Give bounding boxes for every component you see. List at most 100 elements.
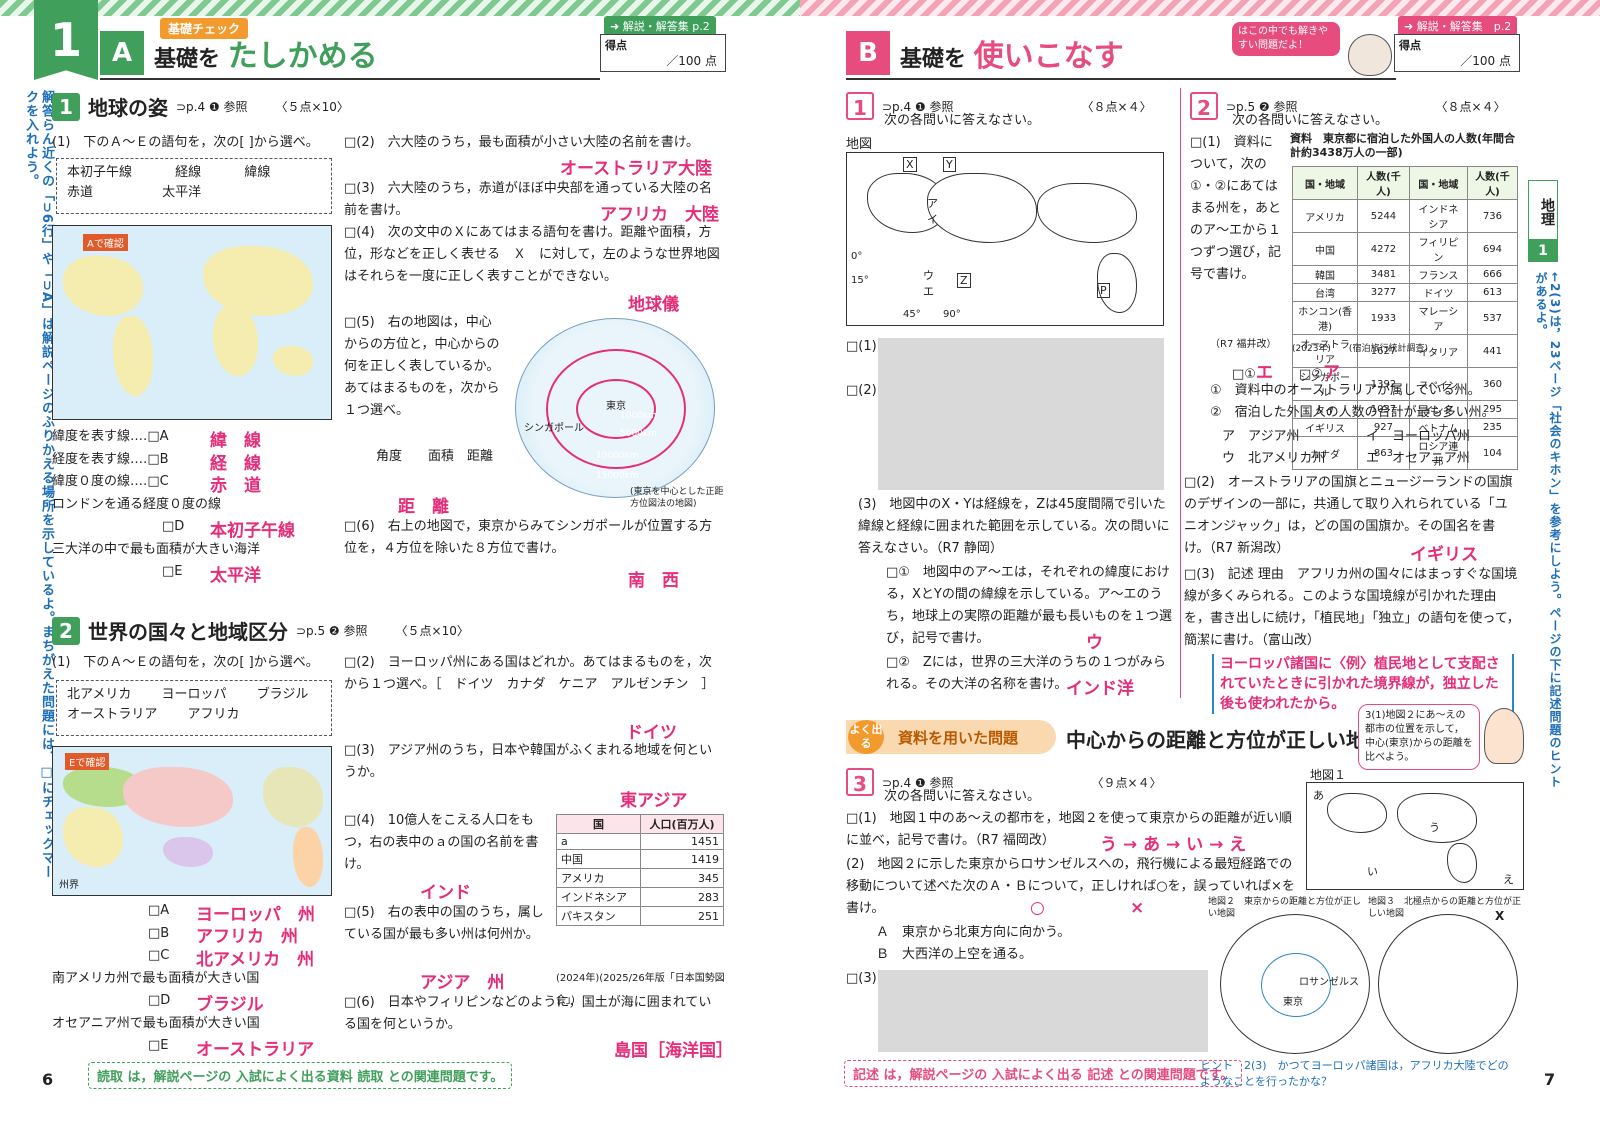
table-cell: a	[555, 833, 642, 850]
r-q3-points: 〈９点×４〉	[1091, 775, 1162, 790]
map1: あ い う え	[1306, 782, 1524, 890]
line-label: 三大洋の中で最も面積が大きい海洋	[52, 541, 261, 557]
r-q1-answer-3a: ウ	[1086, 633, 1103, 653]
map-label: X	[903, 157, 917, 172]
line-label: 緯度０度の線‥‥□C	[52, 474, 169, 489]
globe-label: 1000km	[620, 411, 657, 421]
q2-title-text: 世界の国々と地域区分	[88, 620, 288, 644]
land-shape	[113, 316, 153, 396]
r-q1-s3a: □① 地図中のア～エは，それぞれの緯度における，XとYの間の緯線を示している。ア…	[886, 565, 1173, 646]
r-q1-s2: □(2)	[846, 383, 877, 398]
table-row: 中国 1419	[555, 849, 724, 869]
map-label: エ	[923, 285, 934, 298]
top-stripe-right	[800, 0, 1600, 16]
table-header: 人数(千人)	[1466, 166, 1519, 200]
map-note: Aで確認	[83, 234, 128, 251]
choice: 緯線	[244, 165, 271, 180]
section-title-pre: 基礎を	[154, 47, 221, 72]
land-shape	[63, 807, 123, 867]
choice: 経線	[175, 165, 202, 180]
table-cell: アメリカ	[555, 868, 642, 888]
right-footer: 記述 は，解説ページの 入試によく出る 記述 との関連問題です。	[844, 1060, 1243, 1087]
q2-s3: □(3) アジア州のうち，日本や韓国がふくまれる地域を何というか。	[344, 743, 713, 780]
q2-s5: □(5) 右の表中の国のうち，属している国が最も多い州は何州か。	[344, 905, 544, 942]
section-title: 基礎を 使いこなす	[900, 31, 1124, 75]
q2-s4: □(4) 10億人をこえる人口をもつ，右の表中のａの国の名前を書け。	[344, 813, 539, 872]
table-cell: 4272	[1357, 232, 1410, 266]
section-letter: B	[846, 31, 890, 75]
map-label: え	[1503, 873, 1514, 886]
q1-points: 〈５点×10〉	[275, 100, 349, 114]
r-q1-map: X Y ア イ ウ エ Z P 45° 90° 0° 15°	[846, 152, 1164, 326]
table-row: 台湾 3277 ドイツ 613	[1291, 283, 1519, 302]
line-label: □D	[162, 519, 185, 534]
map-label: Y	[943, 157, 956, 172]
line-label: 南アメリカ州で最も面積が大きい国	[52, 970, 260, 986]
q1-world-map: Aで確認	[52, 225, 332, 420]
table-row: アメリカ 345	[555, 868, 724, 888]
globe-label: 5000km	[620, 429, 657, 439]
map-label: い	[1367, 865, 1378, 878]
table-cell: インドネシア	[1408, 199, 1468, 233]
mascot-cat	[1348, 34, 1392, 76]
q2-choice-box: 北アメリカ ヨーロッパ ブラジル オーストラリア アフリカ	[56, 680, 332, 736]
table-cell: フィリピン	[1408, 232, 1468, 266]
choice: ブラジル	[256, 687, 309, 702]
map-label: 45°	[903, 309, 921, 320]
map-label: 15°	[851, 275, 869, 286]
map-label: P	[1097, 283, 1110, 298]
q1-s5-choices: 角度 面積 距離	[376, 449, 494, 464]
section-title-pre: 基礎を	[900, 47, 967, 72]
answer-ref: ➜ 解説・解答集 p.2	[1398, 16, 1518, 36]
choice: 太平洋	[162, 185, 202, 200]
land-shape	[1327, 793, 1387, 833]
q1-answer-a: 緯 線	[210, 431, 261, 451]
q2-world-map: Eで確認 州界	[52, 746, 332, 896]
section-title-big: たしかめる	[227, 39, 378, 74]
table-row: パキスタン 251	[555, 906, 724, 926]
globe-label: 10000km	[596, 451, 639, 461]
map3-globe: X	[1378, 909, 1518, 1054]
q2-ref: ⊃p.5 ❷ 参照	[296, 624, 368, 638]
q1-s4: □(4) 次の文中のＸにあてはまる語句を書け。距離や面積，方位，形などを正しく表…	[344, 225, 720, 284]
top-stripe-left	[0, 0, 800, 16]
azimuthal-globe: 東京 シンガポール 1000km 5000km 10000km 15000km	[515, 318, 715, 498]
r-q3-number: 3	[846, 768, 874, 796]
table-cell: アメリカ	[1291, 199, 1359, 233]
section-title-big: 使いこなす	[973, 39, 1124, 74]
page-number-left: 6	[42, 1070, 54, 1089]
left-side-note: 解答らん近くの「⊃6行」や「⊃A」は解説ページのふりかえる場所を示しているよ。ま…	[23, 90, 54, 879]
r-q3-s2a: Ａ 東京から北東方向に向かう。	[876, 925, 1071, 940]
land-shape	[263, 767, 323, 827]
r-q1-answer-3b: インド洋	[1066, 679, 1134, 699]
q1-s2: □(2) 六大陸のうち，最も面積が小さい大陸の名前を書け。	[344, 135, 700, 150]
table-cell: 台湾	[1291, 283, 1359, 302]
answer-ref: ➜ 解説・解答集 p.2	[604, 16, 716, 36]
r-q2-opt-c: ウ 北アメリカ州	[1222, 451, 1326, 466]
q2-answer-5: アジア 州	[420, 973, 505, 993]
table-cell: ドイツ	[1408, 283, 1468, 302]
unit-number-tab: 1	[34, 0, 98, 80]
table-cell: 283	[640, 887, 724, 907]
line-label: 経度を表す線‥‥□B	[52, 451, 169, 467]
q2-answer-6: 島国［海洋国］	[614, 1041, 733, 1061]
table-cell: 1419	[640, 849, 724, 869]
line-label: オセアニア州で最も面積が大きい国	[52, 1015, 260, 1031]
q2-number: 2	[52, 616, 80, 645]
r-q1-intro: 次の各問いに答えなさい。	[884, 113, 1041, 128]
r-q1-s1: □(1)	[846, 339, 877, 354]
land-shape	[123, 767, 233, 827]
q2-title: 2 世界の国々と地域区分 ⊃p.5 ❷ 参照 〈５点×10〉	[52, 616, 469, 645]
table-header: 国・地域	[1291, 166, 1359, 200]
table-cell: 736	[1466, 199, 1519, 233]
left-footer: 読取 は，解説ページの 入試によく出る資料 読取 との関連問題です。	[88, 1062, 513, 1089]
section-a-header: A 基礎を たしかめる	[100, 28, 600, 80]
side-tab-number: 1	[1528, 240, 1558, 262]
table-cell: 537	[1466, 301, 1519, 335]
map-label: 0°	[851, 251, 863, 262]
hint-note: ヒント 2(3) かつてヨーロッパ諸国は，アフリカ大陸でどのようなことを行ったか…	[1200, 1059, 1509, 1088]
table-cell: 中国	[1291, 232, 1359, 266]
table-cell: 613	[1466, 283, 1519, 302]
choice: 本初子午線	[67, 165, 133, 180]
table-cell: 345	[640, 868, 724, 888]
